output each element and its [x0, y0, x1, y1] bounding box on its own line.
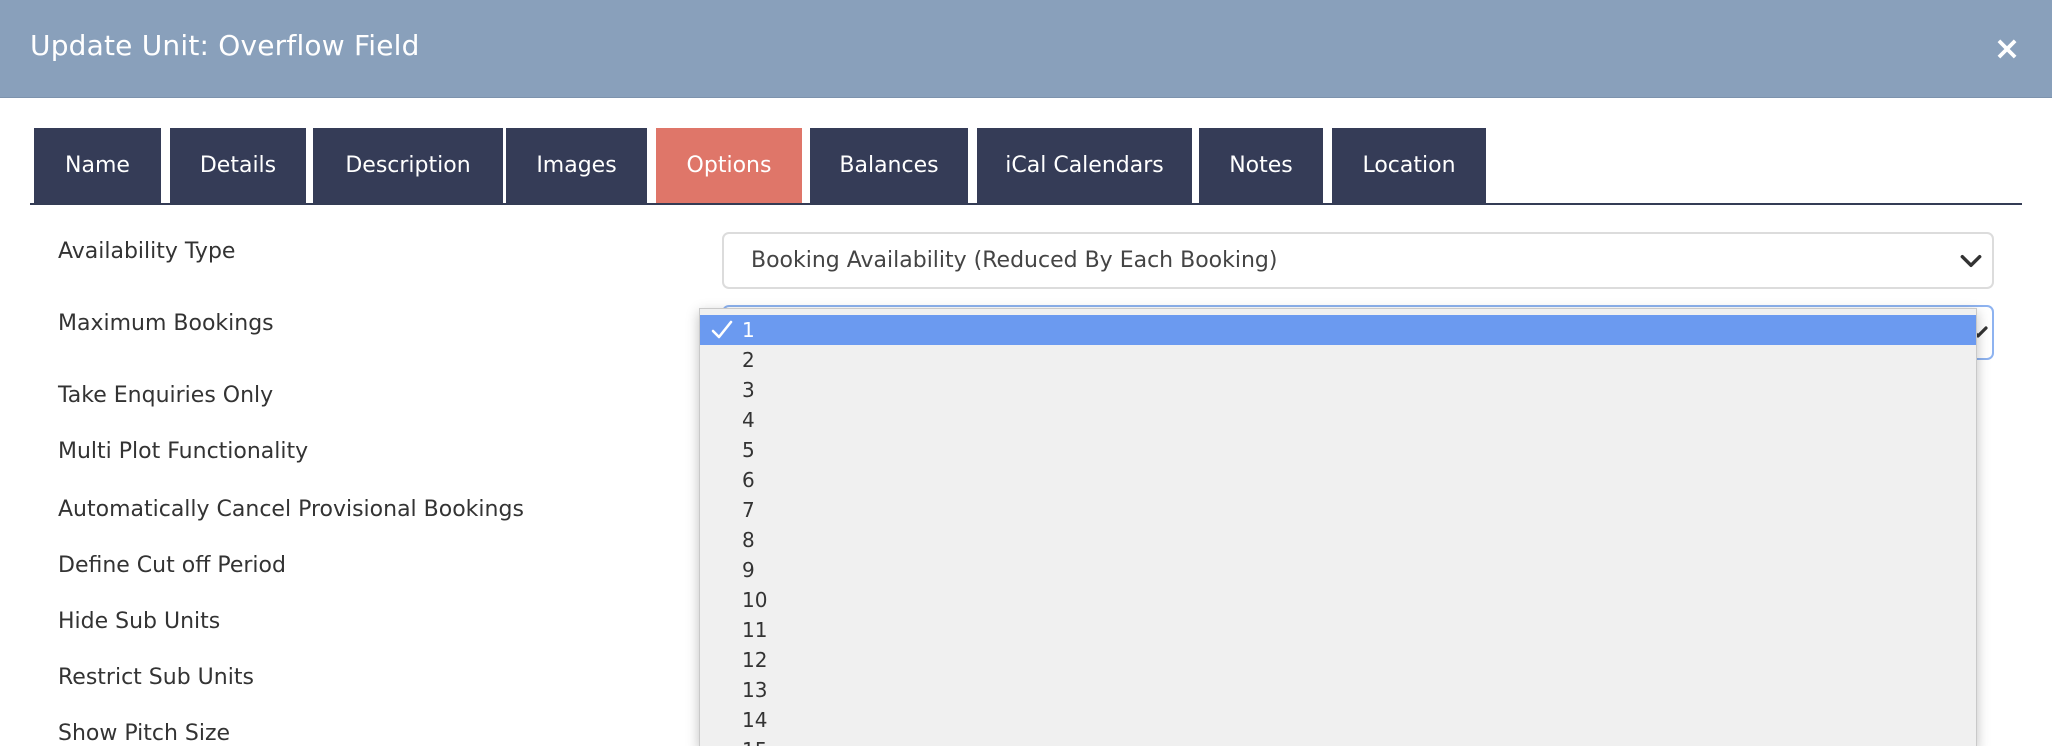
option-label: 7 [742, 498, 755, 522]
option-label: 15 [742, 735, 767, 746]
chevron-down-icon [1960, 254, 1982, 268]
label-hide-sub-units: Hide Sub Units [58, 609, 221, 634]
option-label: 1 [742, 318, 755, 342]
label-auto-cancel-provisional: Automatically Cancel Provisional Booking… [58, 497, 524, 522]
tab-ical-calendars[interactable]: iCal Calendars [977, 128, 1192, 203]
option-label: 5 [742, 438, 755, 462]
option-15[interactable]: 15 [700, 735, 1976, 746]
dialog-header: Update Unit: Overflow Field × [0, 0, 2052, 98]
checkmark-icon [711, 320, 733, 339]
tab-options[interactable]: Options [656, 128, 802, 203]
label-maximum-bookings: Maximum Bookings [58, 311, 274, 336]
option-6[interactable]: 6 [700, 465, 1976, 495]
option-label: 14 [742, 708, 768, 732]
option-13[interactable]: 13 [700, 675, 1976, 705]
tab-location[interactable]: Location [1332, 128, 1486, 203]
option-10[interactable]: 10 [700, 585, 1976, 615]
option-1[interactable]: 1 [700, 315, 1976, 345]
label-restrict-sub-units: Restrict Sub Units [58, 665, 254, 690]
option-label: 2 [742, 348, 755, 372]
option-label: 9 [742, 558, 755, 582]
availability-type-select[interactable]: Booking Availability (Reduced By Each Bo… [722, 232, 1994, 289]
label-multi-plot-functionality: Multi Plot Functionality [58, 439, 309, 464]
option-8[interactable]: 8 [700, 525, 1976, 555]
option-11[interactable]: 11 [700, 615, 1976, 645]
tab-description[interactable]: Description [313, 128, 503, 203]
option-label: 8 [742, 528, 755, 552]
option-3[interactable]: 3 [700, 375, 1976, 405]
option-7[interactable]: 7 [700, 495, 1976, 525]
tab-images[interactable]: Images [506, 128, 647, 203]
option-label: 4 [742, 408, 755, 432]
option-2[interactable]: 2 [700, 345, 1976, 375]
option-label: 13 [742, 678, 768, 702]
option-9[interactable]: 9 [700, 555, 1976, 585]
tab-balances[interactable]: Balances [810, 128, 968, 203]
availability-type-value: Booking Availability (Reduced By Each Bo… [751, 248, 1278, 273]
option-label: 6 [742, 468, 755, 492]
option-label: 10 [742, 588, 768, 612]
option-label: 11 [742, 618, 768, 642]
label-availability-type: Availability Type [58, 239, 236, 264]
label-define-cut-off-period: Define Cut off Period [58, 553, 286, 578]
dialog-title: Update Unit: Overflow Field [30, 29, 420, 62]
label-show-pitch-size: Show Pitch Size [58, 721, 231, 746]
option-5[interactable]: 5 [700, 435, 1976, 465]
tab-name[interactable]: Name [34, 128, 161, 203]
option-label: 12 [742, 648, 768, 672]
maximum-bookings-dropdown[interactable]: 1 2 3 4 5 6 7 8 9 10 11 12 13 14 15 [699, 308, 1977, 746]
tab-bar: Name Details Description Images Options … [30, 128, 2022, 205]
option-12[interactable]: 12 [700, 645, 1976, 675]
tab-notes[interactable]: Notes [1199, 128, 1323, 203]
close-icon[interactable]: × [1994, 29, 2021, 67]
tab-details[interactable]: Details [170, 128, 306, 203]
option-4[interactable]: 4 [700, 405, 1976, 435]
close-button[interactable]: × [1992, 30, 2022, 66]
option-14[interactable]: 14 [700, 705, 1976, 735]
label-take-enquiries-only: Take Enquiries Only [58, 383, 274, 408]
option-label: 3 [742, 378, 755, 402]
